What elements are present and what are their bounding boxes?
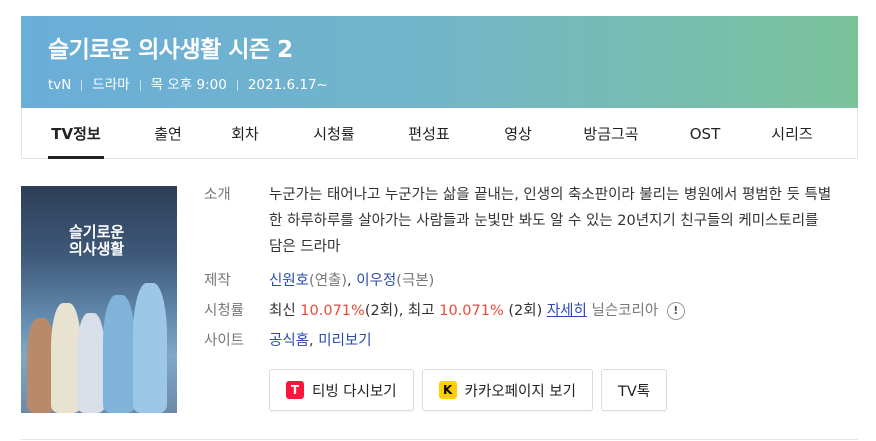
production-row: 제작 신원호(연출), 이우정(극본) bbox=[204, 268, 834, 294]
divider bbox=[236, 79, 238, 91]
poster-title: 슬기로운 의사생활 bbox=[69, 223, 125, 258]
rating-label: 시청률 bbox=[204, 303, 245, 319]
tab-song[interactable]: 방금그곡 bbox=[578, 108, 644, 158]
latest-label: 최신 bbox=[269, 303, 296, 319]
tv-talk-label: TV톡 bbox=[618, 383, 651, 400]
tab-video[interactable]: 영상 bbox=[500, 108, 536, 158]
tving-label: 티빙 다시보기 bbox=[312, 383, 397, 400]
poster-person bbox=[103, 295, 135, 413]
program-title[interactable]: 슬기로운 의사생활 시즌 2 bbox=[48, 36, 858, 64]
kakao-page-button[interactable]: K 카카오페이지 보기 bbox=[421, 369, 593, 411]
poster-person bbox=[133, 283, 167, 413]
site-label: 사이트 bbox=[204, 333, 245, 349]
schedule: 목 오후 9:00 bbox=[150, 77, 227, 93]
program-meta: tvN 드라마 목 오후 9:00 2021.6.17~ bbox=[48, 76, 858, 94]
tving-replay-button[interactable]: T 티빙 다시보기 bbox=[269, 369, 414, 411]
detail-link[interactable]: 자세히 bbox=[547, 303, 587, 319]
intro-row: 소개 누군가는 태어나고 누군가는 삶을 끝내는, 인생의 축소판이라 불리는 … bbox=[204, 182, 834, 260]
tab-schedule[interactable]: 편성표 bbox=[404, 108, 454, 158]
production-value: 신원호(연출), 이우정(극본) bbox=[269, 273, 435, 289]
kakao-page-icon: K bbox=[438, 381, 457, 399]
intro-label: 소개 bbox=[204, 187, 231, 203]
tab-tv-info[interactable]: TV정보 bbox=[48, 108, 104, 159]
tv-talk-button[interactable]: TV톡 bbox=[601, 369, 668, 411]
action-buttons: T 티빙 다시보기 K 카카오페이지 보기 TV톡 bbox=[269, 369, 668, 411]
poster-person bbox=[77, 313, 105, 413]
preview-link[interactable]: 미리보기 bbox=[318, 333, 371, 349]
program-info: 소개 누군가는 태어나고 누군가는 삶을 끝내는, 인생의 축소판이라 불리는 … bbox=[204, 182, 834, 362]
site-links: 공식홈, 미리보기 bbox=[269, 333, 372, 349]
program-header: 슬기로운 의사생활 시즌 2 tvN 드라마 목 오후 9:00 2021.6.… bbox=[21, 16, 858, 108]
best-rating: 10.071% bbox=[439, 303, 504, 319]
tab-bar: TV정보 출연 회차 시청률 편성표 영상 방금그곡 OST 시리즈 bbox=[21, 108, 858, 159]
genre: 드라마 bbox=[92, 77, 130, 93]
rating-row: 시청률 최신 10.071%(2회), 최고 10.071% (2회) 자세히 … bbox=[204, 298, 834, 324]
writer-role: (극본) bbox=[396, 273, 435, 289]
intro-text: 누군가는 태어나고 누군가는 삶을 끝내는, 인생의 축소판이라 불리는 병원에… bbox=[269, 187, 832, 255]
director-link[interactable]: 신원호 bbox=[269, 273, 309, 289]
official-site-link[interactable]: 공식홈 bbox=[269, 333, 309, 349]
writer-link[interactable]: 이우정 bbox=[356, 273, 396, 289]
kakao-label: 카카오페이지 보기 bbox=[464, 383, 576, 400]
best-episode: (2회) bbox=[508, 303, 543, 319]
latest-episode: (2회) bbox=[364, 303, 399, 319]
tab-ost[interactable]: OST bbox=[687, 108, 723, 158]
poster-image[interactable]: 슬기로운 의사생활 bbox=[21, 186, 177, 413]
best-label: 최고 bbox=[407, 303, 435, 319]
tab-series[interactable]: 시리즈 bbox=[767, 108, 817, 158]
director-role: (연출) bbox=[309, 273, 348, 289]
divider bbox=[139, 79, 141, 91]
divider bbox=[21, 439, 858, 440]
rating-source: 닐슨코리아 bbox=[591, 303, 659, 319]
tab-ratings[interactable]: 시청률 bbox=[309, 108, 359, 158]
latest-rating: 10.071% bbox=[300, 303, 365, 319]
tab-cast[interactable]: 출연 bbox=[150, 108, 186, 158]
divider bbox=[81, 79, 83, 91]
tab-episodes[interactable]: 회차 bbox=[227, 108, 263, 158]
channel[interactable]: tvN bbox=[48, 76, 71, 94]
site-row: 사이트 공식홈, 미리보기 bbox=[204, 328, 834, 354]
rating-value: 최신 10.071%(2회), 최고 10.071% (2회) 자세히 닐슨코리… bbox=[269, 298, 685, 324]
tving-icon: T bbox=[286, 381, 304, 399]
air-date: 2021.6.17~ bbox=[247, 77, 328, 93]
info-icon[interactable]: ! bbox=[666, 302, 685, 320]
production-label: 제작 bbox=[204, 273, 231, 289]
